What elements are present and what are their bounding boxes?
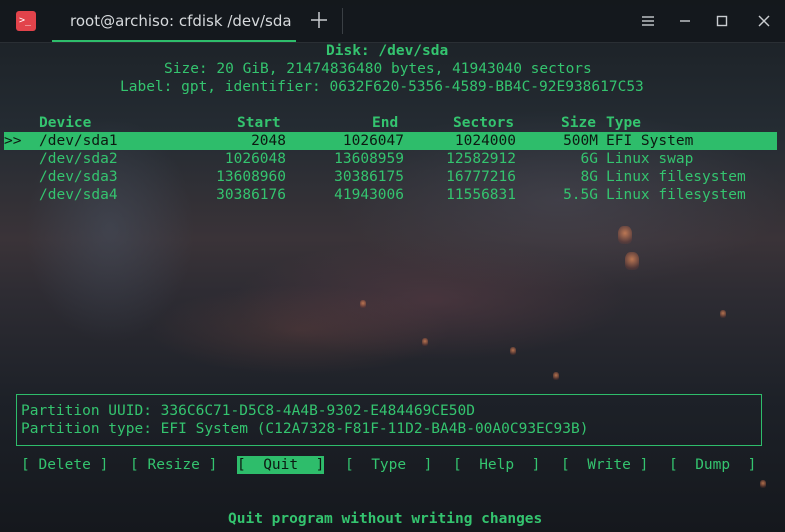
partition-type: Linux filesystem xyxy=(606,187,746,203)
dump-button[interactable]: [ Dump ] xyxy=(669,456,756,474)
partition-type: Linux swap xyxy=(606,151,694,167)
disk-label-info: Label: gpt, identifier: 0632F620-5356-45… xyxy=(120,79,644,95)
tab-separator xyxy=(342,8,343,34)
lantern-decoration xyxy=(510,347,516,355)
partition-sectors: 16777216 xyxy=(446,169,516,185)
help-button[interactable]: [ Help ] xyxy=(453,456,540,474)
plus-icon xyxy=(311,12,327,28)
partition-start: 30386176 xyxy=(216,187,286,203)
menu-button[interactable] xyxy=(637,10,659,32)
lantern-decoration xyxy=(553,372,559,380)
lantern-decoration xyxy=(618,226,632,244)
tab-terminal[interactable]: root@archiso: cfdisk /dev/sda xyxy=(52,0,296,42)
partition-end: 41943006 xyxy=(334,187,404,203)
partition-type-detail: Partition type: EFI System (C12A7328-F81… xyxy=(21,421,589,437)
partition-size: 6G xyxy=(580,151,598,167)
partition-start: 2048 xyxy=(251,133,286,149)
partition-row[interactable]: /dev/sda2 1026048 13608959 12582912 6G L… xyxy=(4,150,777,168)
partition-row[interactable]: /dev/sda3 13608960 30386175 16777216 8G … xyxy=(4,168,777,186)
partition-end: 13608959 xyxy=(334,151,404,167)
disk-size-info: Size: 20 GiB, 21474836480 bytes, 4194304… xyxy=(164,61,592,77)
lantern-decoration xyxy=(720,310,726,318)
delete-button[interactable]: [ Delete ] xyxy=(21,456,108,474)
column-header-device: Device xyxy=(39,115,92,131)
partition-type: Linux filesystem xyxy=(606,169,746,185)
partition-device: /dev/sda2 xyxy=(39,151,118,167)
close-button[interactable] xyxy=(753,10,775,32)
type-button[interactable]: [ Type ] xyxy=(345,456,432,474)
minimize-icon xyxy=(680,20,690,22)
write-button[interactable]: [ Write ] xyxy=(561,456,648,474)
partition-details-box: Partition UUID: 336C6C71-D5C8-4A4B-9302-… xyxy=(16,394,762,446)
terminal-app-icon: >_ xyxy=(16,11,36,31)
column-header-end: End xyxy=(372,115,399,131)
status-hint: Quit program without writing changes xyxy=(228,511,543,527)
partition-row[interactable]: /dev/sda4 30386176 41943006 11556831 5.5… xyxy=(4,186,777,204)
minimize-button[interactable] xyxy=(674,10,696,32)
disk-title: Disk: /dev/sda xyxy=(326,43,449,59)
maximize-icon xyxy=(716,15,728,27)
partition-sectors: 1024000 xyxy=(454,133,516,149)
partition-type: EFI System xyxy=(606,133,694,149)
maximize-button[interactable] xyxy=(711,10,733,32)
partition-end: 30386175 xyxy=(334,169,404,185)
column-header-size: Size xyxy=(561,115,596,131)
column-header-type: Type xyxy=(606,115,641,131)
partition-device: /dev/sda4 xyxy=(39,187,118,203)
partition-size: 8G xyxy=(580,169,598,185)
lantern-decoration xyxy=(625,252,639,270)
column-header-sectors: Sectors xyxy=(453,115,515,131)
tab-title: root@archiso: cfdisk /dev/sda xyxy=(70,12,292,30)
hamburger-menu-icon xyxy=(642,16,654,26)
partition-start: 1026048 xyxy=(224,151,286,167)
lantern-decoration xyxy=(760,480,766,488)
partition-row[interactable]: >> /dev/sda1 2048 1026047 1024000 500M E… xyxy=(4,132,777,150)
selection-marker: >> xyxy=(4,133,22,149)
new-tab-button[interactable] xyxy=(308,9,330,31)
partition-sectors: 11556831 xyxy=(446,187,516,203)
terminal-window: >_ root@archiso: cfdisk /dev/sda Disk: /… xyxy=(0,0,785,532)
column-header-start: Start xyxy=(237,115,281,131)
partition-uuid: Partition UUID: 336C6C71-D5C8-4A4B-9302-… xyxy=(21,403,475,419)
partition-size: 500M xyxy=(563,133,598,149)
lantern-decoration xyxy=(422,338,428,346)
title-bar: >_ root@archiso: cfdisk /dev/sda xyxy=(0,0,785,43)
partition-end: 1026047 xyxy=(342,133,404,149)
quit-button[interactable]: [ Quit ] xyxy=(237,456,325,474)
resize-button[interactable]: [ Resize ] xyxy=(130,456,217,474)
partition-size: 5.5G xyxy=(563,187,598,203)
partition-start: 13608960 xyxy=(216,169,286,185)
partition-device: /dev/sda1 xyxy=(39,133,118,149)
lantern-decoration xyxy=(360,300,366,308)
close-icon xyxy=(758,15,770,27)
partition-device: /dev/sda3 xyxy=(39,169,118,185)
partition-sectors: 12582912 xyxy=(446,151,516,167)
